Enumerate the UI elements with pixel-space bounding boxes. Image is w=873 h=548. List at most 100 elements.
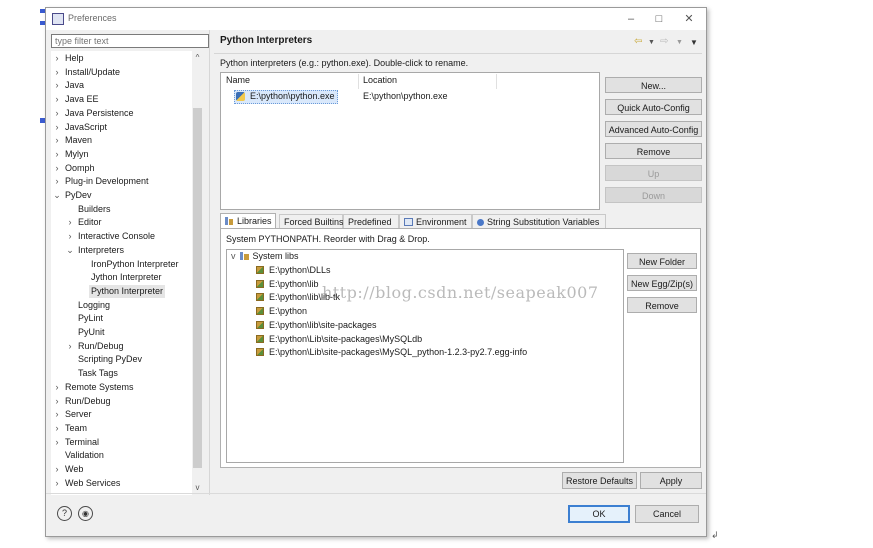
new-folder-button[interactable]: New Folder [627, 253, 697, 269]
libraries-tab-icon [225, 217, 234, 225]
scroll-down-icon[interactable]: v [192, 482, 203, 493]
library-path-item[interactable]: E:\python\lib [256, 278, 319, 291]
pane-divider[interactable] [209, 30, 210, 495]
tree-item-label: Python Interpreter [89, 284, 166, 298]
restore-defaults-button[interactable]: Restore Defaults [562, 472, 637, 489]
tab-predefined[interactable]: Predefined [343, 214, 399, 229]
tab-string-substitution-variables[interactable]: String Substitution Variables [472, 214, 606, 229]
library-path-item[interactable]: E:\python\DLLs [256, 264, 331, 277]
interpreter-name-cell[interactable]: E:\python\python.exe [250, 91, 335, 101]
tree-node-system-libs[interactable]: v System libs [231, 250, 299, 263]
title-bar: Preferences – □ ✕ [46, 8, 706, 30]
tree-scroll-thumb[interactable] [193, 108, 202, 468]
tree-item-label: Interactive Console [78, 231, 156, 242]
column-header-location[interactable]: Location [363, 74, 397, 87]
column-divider[interactable] [496, 74, 497, 89]
scroll-up-icon[interactable]: ^ [192, 52, 203, 63]
chevron-right-icon[interactable]: › [66, 230, 74, 243]
chevron-right-icon[interactable]: › [53, 121, 61, 134]
chevron-right-icon[interactable]: › [53, 93, 61, 106]
footer-divider [46, 493, 706, 494]
forward-arrow-icon[interactable]: ⇨ [660, 36, 668, 47]
chevron-right-icon[interactable]: › [53, 148, 61, 161]
chevron-right-icon[interactable]: › [53, 175, 61, 188]
chevron-right-icon[interactable]: › [53, 52, 61, 65]
tree-item-label: Jython Interpreter [91, 272, 162, 283]
tree-item-label: Plug-in Development [65, 176, 149, 187]
jar-icon [256, 320, 264, 329]
forward-menu-chevron-icon[interactable]: ▼ [676, 39, 683, 46]
back-arrow-icon[interactable]: ⇦ [634, 36, 642, 47]
library-path-label: E:\python\DLLs [269, 265, 331, 275]
library-path-label: E:\python [269, 306, 308, 317]
jar-icon [256, 348, 264, 357]
tree-node-label: System libs [252, 251, 299, 261]
window-title: Preferences [68, 13, 117, 23]
advanced-auto-config-button[interactable]: Advanced Auto-Config [605, 121, 702, 137]
tree-item-label: Maven [65, 135, 93, 146]
library-path-item[interactable]: E:\python\lib\site-packages [256, 319, 377, 332]
interpreter-location-cell[interactable]: E:\python\python.exe [363, 91, 448, 101]
chevron-right-icon[interactable]: › [66, 216, 74, 229]
page-title: Python Interpreters [220, 35, 313, 46]
chevron-right-icon[interactable]: › [53, 395, 61, 408]
preference-tree: › Help › Install/Update › Java › Java EE › Java P… [51, 51, 203, 495]
tab-label: Libraries [237, 216, 272, 226]
ok-button[interactable]: OK [568, 505, 630, 523]
chevron-right-icon[interactable]: › [53, 422, 61, 435]
back-menu-chevron-icon[interactable]: ▼ [648, 39, 655, 46]
new-egg-zip-button[interactable]: New Egg/Zip(s) [627, 275, 697, 291]
column-header-name[interactable]: Name [226, 74, 250, 87]
down-button[interactable]: Down [605, 187, 702, 203]
tree-item-label: Editor [78, 217, 102, 228]
remove-button[interactable]: Remove [605, 143, 702, 159]
tab-libraries[interactable]: Libraries [220, 213, 276, 229]
column-divider[interactable] [358, 74, 359, 89]
chevron-right-icon[interactable]: › [53, 66, 61, 79]
jar-icon [256, 266, 264, 274]
chevron-right-icon[interactable]: › [53, 381, 61, 394]
chevron-right-icon[interactable]: › [53, 162, 61, 175]
library-path-label: E:\python\Lib\site-packages\MySQL_python… [269, 347, 528, 358]
return-mark-icon: ↲ [711, 530, 719, 540]
new-button[interactable]: New... [605, 77, 702, 93]
chevron-right-icon[interactable]: › [53, 134, 61, 147]
chevron-right-icon[interactable]: › [53, 107, 61, 120]
interpreters-description: Python interpreters (e.g.: python.exe). … [220, 58, 469, 68]
chevron-down-icon[interactable]: ⌄ [53, 189, 61, 202]
library-path-item[interactable]: E:\python\Lib\site-packages\MySQL_python… [256, 346, 527, 359]
chevron-right-icon[interactable]: › [53, 79, 61, 92]
library-path-item[interactable]: E:\python [256, 305, 307, 318]
library-path-item[interactable]: E:\python\Lib\site-packages\MySQLdb [256, 333, 422, 346]
cancel-button[interactable]: Cancel [635, 505, 699, 523]
tree-item-label: Team [65, 422, 88, 433]
chevron-right-icon[interactable]: › [53, 477, 61, 490]
tree-item-label: Java EE [65, 94, 99, 105]
filter-input[interactable] [51, 34, 209, 48]
close-icon[interactable]: ✕ [678, 11, 700, 27]
apply-button[interactable]: Apply [640, 472, 702, 489]
chevron-right-icon[interactable]: › [53, 436, 61, 449]
open-preferences-icon[interactable]: ◉ [78, 506, 93, 521]
chevron-right-icon[interactable]: › [53, 463, 61, 476]
tree-item-label: Run/Debug [78, 340, 124, 351]
library-path-label: E:\python\lib\site-packages [269, 319, 377, 330]
help-icon[interactable]: ? [57, 506, 72, 521]
maximize-icon[interactable]: □ [648, 11, 670, 27]
view-menu-icon[interactable]: ▼ [690, 38, 698, 47]
quick-auto-config-button[interactable]: Quick Auto-Config [605, 99, 702, 115]
up-button[interactable]: Up [605, 165, 702, 181]
jar-icon [256, 293, 264, 302]
tab-environment[interactable]: Environment [399, 214, 472, 229]
chevron-down-icon[interactable]: v [231, 251, 236, 261]
tab-label: Predefined [348, 217, 392, 227]
tree-item-label: Install/Update [65, 66, 121, 77]
chevron-right-icon[interactable]: › [66, 340, 74, 353]
chevron-down-icon[interactable]: ⌄ [66, 244, 74, 257]
tree-item-label: Java [65, 80, 85, 91]
minimize-icon[interactable]: – [620, 11, 642, 27]
tree-item-label: Web Services [65, 477, 121, 488]
remove-library-button[interactable]: Remove [627, 297, 697, 313]
chevron-right-icon[interactable]: › [53, 408, 61, 421]
tab-forced-builtins[interactable]: Forced Builtins [279, 214, 344, 229]
